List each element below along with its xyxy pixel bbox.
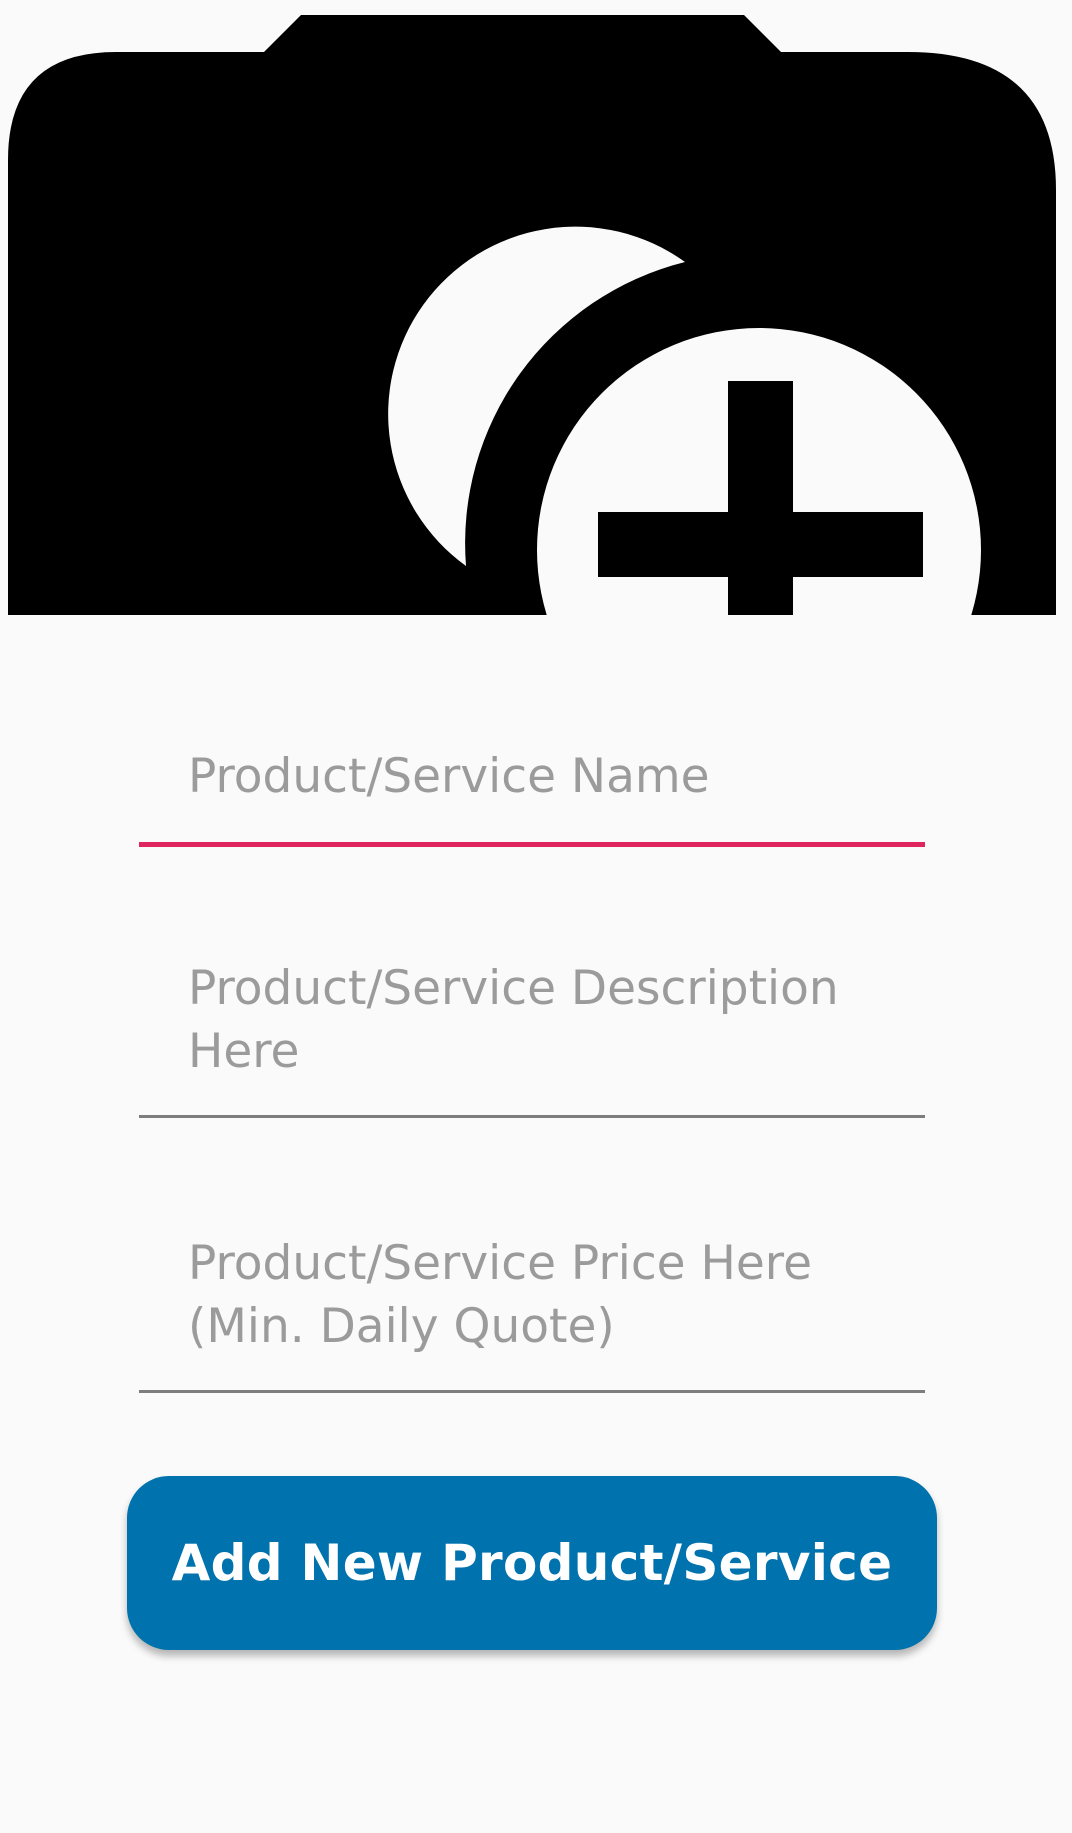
product-name-field[interactable]: Product/Service Name bbox=[139, 735, 925, 847]
product-name-underline bbox=[139, 842, 925, 847]
product-description-placeholder: Product/Service Description Here bbox=[188, 961, 839, 1079]
add-photo-icon bbox=[8, 15, 1056, 615]
product-description-field[interactable]: Product/Service Description Here bbox=[139, 945, 925, 1118]
add-new-product-button-label: Add New Product/Service bbox=[171, 1534, 893, 1592]
product-price-underline bbox=[139, 1390, 925, 1393]
product-name-placeholder: Product/Service Name bbox=[188, 749, 710, 804]
add-product-screen: Product/Service Name Product/Service Des… bbox=[0, 0, 1072, 1833]
product-description-underline bbox=[139, 1115, 925, 1118]
add-photo-button[interactable] bbox=[8, 15, 1056, 615]
add-new-product-button[interactable]: Add New Product/Service bbox=[127, 1476, 937, 1650]
product-price-field[interactable]: Product/Service Price Here (Min. Daily Q… bbox=[139, 1220, 925, 1393]
product-price-placeholder: Product/Service Price Here (Min. Daily Q… bbox=[188, 1236, 812, 1354]
